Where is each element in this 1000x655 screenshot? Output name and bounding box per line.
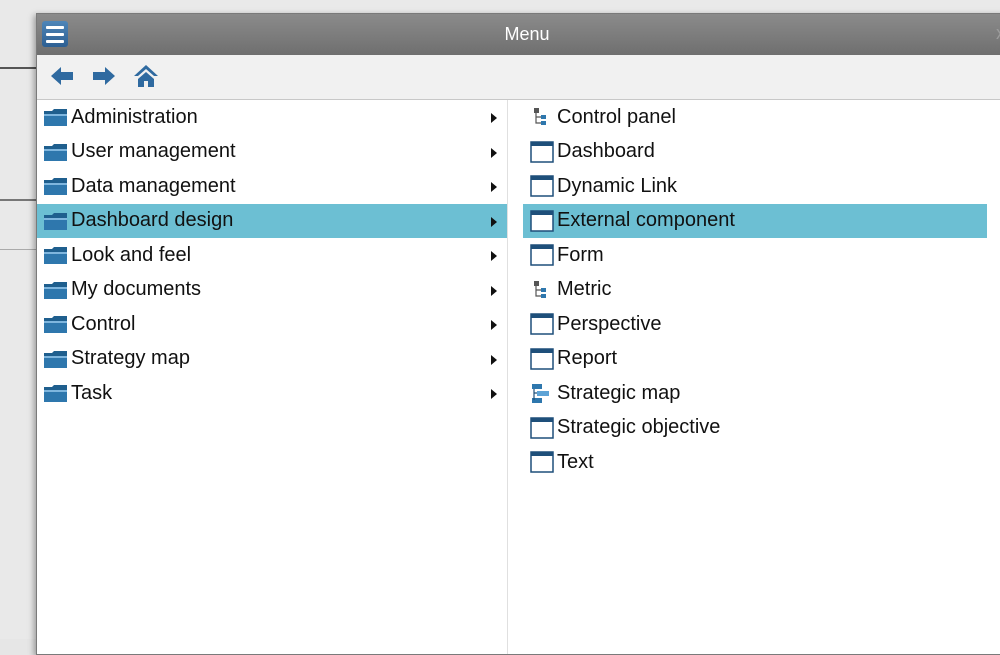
item-row[interactable]: Strategic objective bbox=[523, 411, 987, 446]
category-label: Dashboard design bbox=[71, 209, 234, 232]
category-row[interactable]: Administration bbox=[37, 100, 507, 135]
item-label: External component bbox=[557, 209, 735, 232]
item-row[interactable]: Dynamic Link bbox=[523, 169, 987, 204]
category-row[interactable]: My documents bbox=[37, 273, 507, 308]
item-label: Control panel bbox=[557, 105, 676, 128]
window-icon bbox=[529, 175, 555, 197]
submenu-arrow-icon bbox=[491, 216, 497, 227]
home-icon[interactable] bbox=[133, 63, 159, 89]
category-label: User management bbox=[71, 140, 236, 163]
category-row[interactable]: Data management bbox=[37, 169, 507, 204]
item-row[interactable]: Form bbox=[523, 238, 987, 273]
submenu-arrow-icon bbox=[491, 320, 497, 330]
category-label: Strategy map bbox=[71, 347, 190, 370]
item-label: Perspective bbox=[557, 312, 662, 335]
category-label: Data management bbox=[71, 174, 236, 197]
window-icon bbox=[529, 451, 555, 473]
window-icon bbox=[529, 141, 555, 163]
submenu-arrow-icon bbox=[491, 354, 497, 365]
folder-icon bbox=[43, 106, 69, 128]
category-label: Administration bbox=[71, 105, 198, 128]
close-icon[interactable]: x bbox=[996, 23, 1000, 44]
category-list: Administration User management Data manage… bbox=[37, 100, 508, 654]
submenu-arrow-icon bbox=[491, 251, 497, 261]
item-row[interactable]: External component bbox=[523, 203, 987, 238]
category-label: Look and feel bbox=[71, 243, 192, 266]
category-row[interactable]: Strategy map bbox=[37, 342, 507, 377]
submenu-arrow-icon bbox=[491, 285, 497, 296]
item-row[interactable]: Report bbox=[523, 342, 987, 377]
item-label: Report bbox=[557, 347, 618, 370]
submenu-arrow-icon bbox=[491, 389, 497, 399]
window-icon bbox=[529, 210, 555, 232]
category-row[interactable]: Look and feel bbox=[37, 238, 507, 273]
category-label: My documents bbox=[71, 278, 202, 301]
item-label: Strategic map bbox=[557, 381, 681, 404]
category-label: Task bbox=[71, 381, 113, 404]
background-divider bbox=[0, 249, 38, 250]
item-row[interactable]: Perspective bbox=[523, 307, 987, 342]
folder-icon bbox=[43, 279, 69, 301]
title-bar[interactable]: Menu x bbox=[37, 14, 1000, 55]
window-icon bbox=[529, 348, 555, 370]
toolbar bbox=[37, 55, 1000, 100]
item-label: Form bbox=[557, 243, 604, 266]
tree-icon bbox=[529, 106, 555, 128]
folder-icon bbox=[43, 313, 69, 335]
folder-icon bbox=[43, 141, 69, 163]
folder-icon bbox=[43, 244, 69, 266]
window-icon bbox=[529, 417, 555, 439]
arrow-right-icon[interactable] bbox=[91, 63, 117, 89]
folder-icon bbox=[43, 175, 69, 197]
item-list: Control panel Dashboard Dynamic Link Extern… bbox=[523, 100, 1000, 654]
category-row[interactable]: User management bbox=[37, 135, 507, 170]
folder-icon bbox=[43, 348, 69, 370]
submenu-arrow-icon bbox=[491, 182, 497, 192]
item-row[interactable]: Dashboard bbox=[523, 135, 987, 170]
category-row[interactable]: Control bbox=[37, 307, 507, 342]
category-label: Control bbox=[71, 312, 136, 335]
folder-icon bbox=[43, 210, 69, 232]
background-divider bbox=[0, 67, 38, 69]
category-row[interactable]: Dashboard design bbox=[37, 203, 507, 238]
window-icon bbox=[529, 313, 555, 335]
window-title: Menu bbox=[504, 24, 550, 44]
item-row[interactable]: Metric bbox=[523, 273, 987, 308]
submenu-arrow-icon bbox=[491, 147, 497, 158]
menu-window: Menu x Administration User management Data… bbox=[36, 13, 1000, 655]
tree-icon bbox=[529, 279, 555, 301]
item-row[interactable]: Strategic map bbox=[523, 376, 987, 411]
item-label: Dashboard bbox=[557, 140, 655, 163]
item-label: Metric bbox=[557, 278, 612, 301]
item-row[interactable]: Control panel bbox=[523, 100, 987, 135]
category-row[interactable]: Task bbox=[37, 376, 507, 411]
hierarchy-icon bbox=[529, 382, 555, 404]
item-label: Dynamic Link bbox=[557, 174, 678, 197]
item-row[interactable]: Text bbox=[523, 445, 987, 480]
item-label: Text bbox=[557, 450, 594, 473]
item-label: Strategic objective bbox=[557, 416, 721, 439]
window-icon bbox=[529, 244, 555, 266]
submenu-arrow-icon bbox=[491, 113, 497, 123]
arrow-left-icon[interactable] bbox=[49, 63, 75, 89]
background-divider bbox=[0, 199, 38, 201]
folder-icon bbox=[43, 382, 69, 404]
